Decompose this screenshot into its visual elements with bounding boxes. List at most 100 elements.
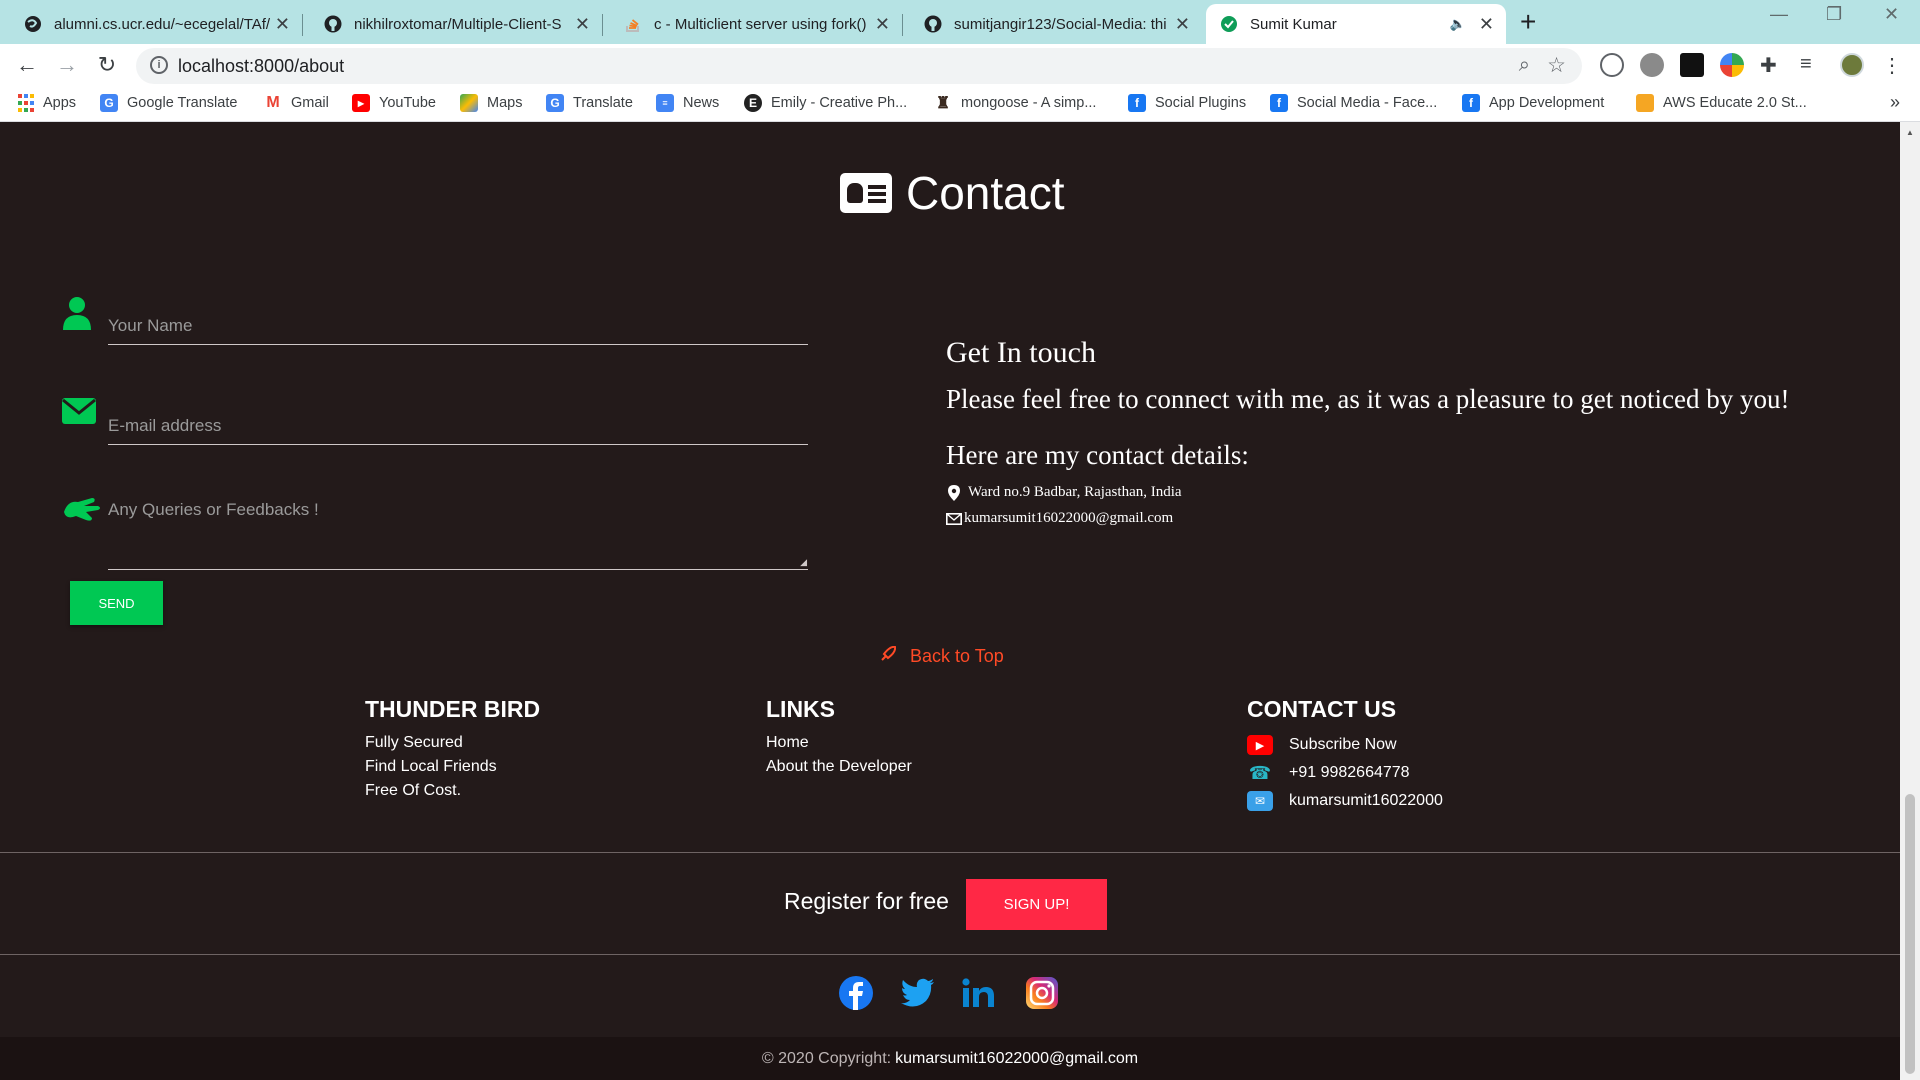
bookmark-social-plugins[interactable]: f Social Plugins — [1128, 94, 1246, 112]
extension-apple-icon[interactable] — [1640, 53, 1664, 77]
tab-title: sumitjangir123/Social-Media: thi — [954, 15, 1167, 33]
send-button[interactable]: SEND — [70, 581, 163, 625]
tab-title: alumni.cs.ucr.edu/~ecegelal/TAf/ — [54, 15, 271, 33]
mongoose-icon: ♜ — [935, 95, 951, 112]
reading-list-icon[interactable]: ≡ — [1800, 53, 1824, 77]
restore-icon[interactable]: ❐ — [1826, 4, 1842, 25]
bookmark-app-development[interactable]: f App Development — [1462, 94, 1604, 112]
footer-subscribe-row[interactable]: ▶ Subscribe Now — [1247, 731, 1443, 759]
bookmark-mongoose[interactable]: ♜ mongoose - A simp... — [934, 94, 1097, 112]
name-placeholder: Your Name — [108, 316, 193, 335]
bookmark-youtube[interactable]: ▶ YouTube — [352, 94, 436, 112]
footer-item: Free Of Cost. — [365, 782, 462, 799]
tab-title: Sumit Kumar — [1250, 15, 1337, 33]
footer-link-home[interactable]: Home — [766, 731, 912, 755]
minimize-icon[interactable]: — — [1770, 4, 1788, 25]
menu-kebab-icon[interactable]: ⋮ — [1882, 53, 1906, 77]
browser-toolbar: ← → ↻ i localhost:8000/about ⌕ ☆ ✚ ≡ ⋮ — [0, 44, 1920, 86]
window-close-icon[interactable]: ✕ — [1884, 4, 1899, 25]
back-to-top-label: Back to Top — [910, 646, 1004, 666]
browser-tab-2[interactable]: nikhilroxtomar/Multiple-Client-S ✕ — [310, 4, 603, 44]
bookmark-label: Social Media - Face... — [1297, 95, 1438, 111]
avatar[interactable] — [1840, 53, 1864, 77]
divider — [0, 954, 1900, 955]
browser-tab-3[interactable]: c - Multiclient server using fork() ✕ — [610, 4, 903, 44]
bookmark-news[interactable]: ≡ News — [656, 94, 719, 112]
url-text[interactable]: localhost:8000/about — [178, 56, 344, 77]
signup-button[interactable]: SIGN UP! — [966, 879, 1107, 930]
browser-tab-1[interactable]: alumni.cs.ucr.edu/~ecegelal/TAf/ ✕ — [10, 4, 303, 44]
tab-title: nikhilroxtomar/Multiple-Client-S — [354, 15, 562, 33]
bookmark-gmail[interactable]: M Gmail — [264, 94, 329, 112]
email-field[interactable]: E-mail address — [108, 408, 808, 445]
browser-tab-4[interactable]: sumitjangir123/Social-Media: thi ✕ — [910, 4, 1202, 44]
close-icon[interactable]: ✕ — [875, 14, 890, 35]
bookmarks-bar: Apps G Google Translate M Gmail ▶ YouTub… — [0, 86, 1920, 122]
copyright-email-link[interactable]: kumarsumit16022000@gmail.com — [895, 1050, 1138, 1068]
bookmark-maps[interactable]: Maps — [460, 94, 522, 112]
copyright-text: © 2020 Copyright: — [761, 1049, 892, 1067]
reload-icon[interactable]: ↻ — [92, 50, 122, 80]
footer-heading: CONTACT US — [1247, 696, 1397, 722]
page-content: Contact Your Name E-mail address Any Que… — [0, 122, 1900, 1080]
footer-heading: THUNDER BIRD — [365, 696, 541, 722]
close-icon[interactable]: ✕ — [1175, 14, 1190, 35]
back-to-top-link[interactable]: Back to Top — [880, 645, 1004, 667]
speaker-icon[interactable]: 🔈 — [1450, 16, 1466, 32]
copyright-bar: © 2020 Copyright: kumarsumit16022000@gma… — [0, 1037, 1900, 1080]
bookmark-google-translate[interactable]: G Google Translate — [100, 94, 237, 112]
bookmark-social-media[interactable]: f Social Media - Face... — [1270, 94, 1437, 112]
browser-tab-active[interactable]: Sumit Kumar 🔈 ✕ — [1206, 4, 1506, 44]
bookmark-label: mongoose - A simp... — [961, 95, 1097, 111]
email-text[interactable]: kumarsumit16022000@gmail.com — [964, 510, 1173, 527]
puzzle-extensions-icon[interactable]: ✚ — [1760, 53, 1784, 77]
page-scrollbar[interactable]: ▲ — [1900, 122, 1920, 1080]
bookmark-label: Apps — [43, 95, 77, 111]
bookmark-aws-educate[interactable]: AWS Educate 2.0 St... — [1636, 94, 1807, 112]
back-arrow-icon[interactable]: ← — [12, 50, 42, 80]
message-textarea[interactable]: Any Queries or Feedbacks ! ◢ — [108, 494, 808, 570]
twitter-icon[interactable] — [901, 976, 935, 1010]
extension-imdb-icon[interactable] — [1680, 53, 1704, 77]
bookmark-label: AWS Educate 2.0 St... — [1663, 95, 1807, 111]
more-bookmarks-icon[interactable]: » — [1890, 92, 1900, 113]
footer-phone-row[interactable]: ☎ +91 9982664778 — [1247, 759, 1443, 787]
scroll-up-icon[interactable]: ▲ — [1906, 128, 1914, 137]
instagram-icon[interactable] — [1025, 976, 1059, 1010]
resize-handle-icon[interactable]: ◢ — [800, 557, 807, 568]
forward-arrow-icon[interactable]: → — [52, 50, 82, 80]
close-icon[interactable]: ✕ — [275, 14, 290, 35]
phone-label: +91 9982664778 — [1289, 764, 1410, 781]
register-text: Register for free — [784, 888, 949, 914]
tab-separator — [302, 14, 303, 36]
info-icon[interactable]: i — [150, 56, 168, 74]
footer-link-about[interactable]: About the Developer — [766, 755, 912, 779]
tab-separator — [602, 14, 603, 36]
aws-box-icon — [1636, 94, 1654, 112]
close-icon[interactable]: ✕ — [575, 14, 590, 35]
message-placeholder: Any Queries or Feedbacks ! — [108, 500, 319, 519]
new-tab-button[interactable]: + — [1520, 6, 1536, 38]
email-line: kumarsumit16022000@gmail.com — [946, 510, 1173, 527]
footer-email-row[interactable]: ✉ kumarsumit16022000 — [1247, 787, 1443, 815]
footer-heading: LINKS — [766, 696, 835, 722]
facebook-icon[interactable] — [839, 976, 873, 1010]
close-icon[interactable]: ✕ — [1479, 14, 1494, 35]
address-text: Ward no.9 Badbar, Rajasthan, India — [968, 484, 1182, 500]
github-icon — [924, 15, 942, 33]
address-bar[interactable]: i localhost:8000/about ⌕ ☆ — [136, 48, 1582, 84]
apps-grid-icon — [18, 94, 34, 112]
bookmark-translate[interactable]: G Translate — [546, 94, 633, 112]
name-field[interactable]: Your Name — [108, 308, 808, 345]
bookmark-emily[interactable]: E Emily - Creative Ph... — [744, 94, 907, 112]
extension-circle-icon[interactable] — [1600, 53, 1624, 77]
linkedin-icon[interactable] — [962, 976, 996, 1010]
extension-colorful-icon[interactable] — [1720, 53, 1744, 77]
bookmark-star-icon[interactable]: ☆ — [1547, 53, 1566, 78]
contact-heading: Contact — [840, 166, 1065, 220]
bookmark-apps[interactable]: Apps — [18, 94, 76, 112]
check-circle-icon — [1220, 15, 1238, 33]
envelope-outline-icon — [946, 511, 962, 527]
scrollbar-thumb[interactable] — [1905, 794, 1915, 1074]
zoom-icon[interactable]: ⌕ — [1519, 54, 1530, 77]
